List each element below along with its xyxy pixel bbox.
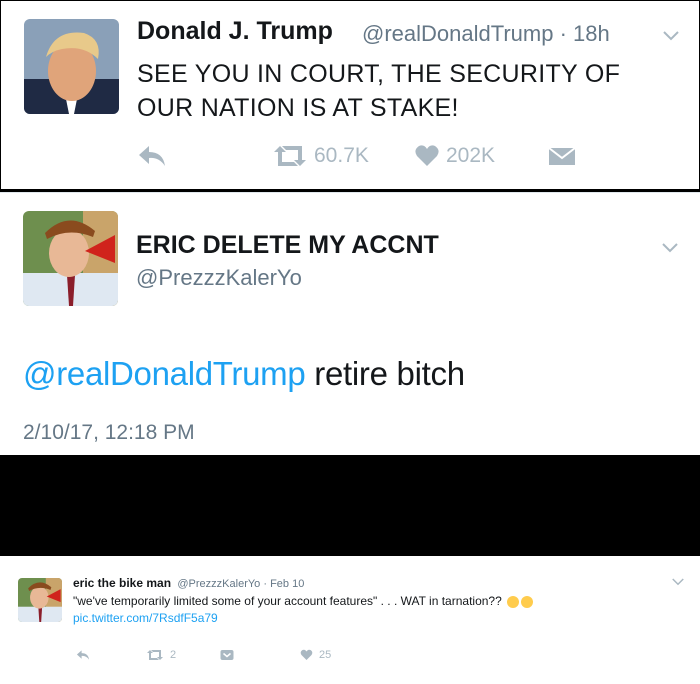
- dm-button[interactable]: [220, 649, 234, 661]
- author-name[interactable]: Donald J. Trump: [137, 17, 333, 46]
- like-icon: [415, 145, 439, 166]
- tweet-header: eric the bike man @PrezzzKalerYo · Feb 1…: [73, 576, 304, 590]
- author-name[interactable]: ERIC DELETE MY ACCNT: [136, 231, 439, 260]
- angry-emoji-icon: [521, 595, 534, 608]
- reply-button[interactable]: [137, 141, 167, 171]
- author-handle[interactable]: @PrezzzKalerYo · Feb 10: [177, 578, 304, 590]
- tweet-card-trump: Donald J. Trump @realDonaldTrump · 18h S…: [0, 0, 700, 190]
- author-handle[interactable]: @PrezzzKalerYo: [136, 265, 302, 291]
- pic-link[interactable]: pic.twitter.com/7RsdfF5a79: [73, 611, 218, 625]
- like-button[interactable]: 202K: [414, 141, 495, 171]
- tweet-card-eric: ERIC DELETE MY ACCNT @PrezzzKalerYo @rea…: [0, 192, 700, 455]
- author-name[interactable]: eric the bike man: [73, 576, 171, 590]
- angry-emoji-icon: [507, 595, 520, 608]
- retweet-count: 2: [170, 649, 177, 661]
- tweet-text: "we've temporarily limited some of your …: [73, 594, 534, 608]
- retweet-icon: [274, 146, 306, 166]
- retweet-button[interactable]: 2: [146, 649, 176, 661]
- retweet-count: 60.7K: [314, 144, 369, 167]
- like-count: 202K: [446, 144, 496, 167]
- retweet-button[interactable]: 60.7K: [272, 141, 369, 171]
- like-button[interactable]: 25: [300, 649, 331, 661]
- tweet-text: SEE YOU IN COURT, THE SECURITY OF OUR NA…: [137, 60, 621, 122]
- dm-icon: [548, 147, 576, 165]
- like-count: 25: [319, 649, 332, 661]
- tweet-card-bike-man: eric the bike man @PrezzzKalerYo · Feb 1…: [0, 556, 700, 684]
- chevron-down-icon[interactable]: [672, 578, 684, 586]
- tweet-body: retire bitch: [305, 355, 465, 392]
- dm-button[interactable]: [548, 141, 576, 171]
- dm-icon: [220, 650, 234, 660]
- reply-button[interactable]: [76, 649, 90, 661]
- chevron-down-icon[interactable]: [663, 31, 679, 41]
- tweet-timestamp[interactable]: 2/10/17, 12:18 PM: [23, 421, 195, 445]
- avatar[interactable]: [23, 211, 118, 306]
- retweet-icon: [147, 650, 163, 660]
- tweet-body: "we've temporarily limited some of your …: [73, 594, 502, 608]
- author-handle[interactable]: @realDonaldTrump · 18h: [362, 21, 610, 47]
- avatar[interactable]: [24, 19, 119, 114]
- avatar[interactable]: [18, 578, 62, 622]
- chevron-down-icon[interactable]: [662, 243, 678, 253]
- tweet-text: @realDonaldTrump retire bitch: [23, 355, 465, 393]
- reply-icon: [76, 650, 90, 660]
- reply-icon: [139, 146, 165, 166]
- mention-link[interactable]: @realDonaldTrump: [23, 355, 306, 392]
- like-icon: [300, 649, 313, 660]
